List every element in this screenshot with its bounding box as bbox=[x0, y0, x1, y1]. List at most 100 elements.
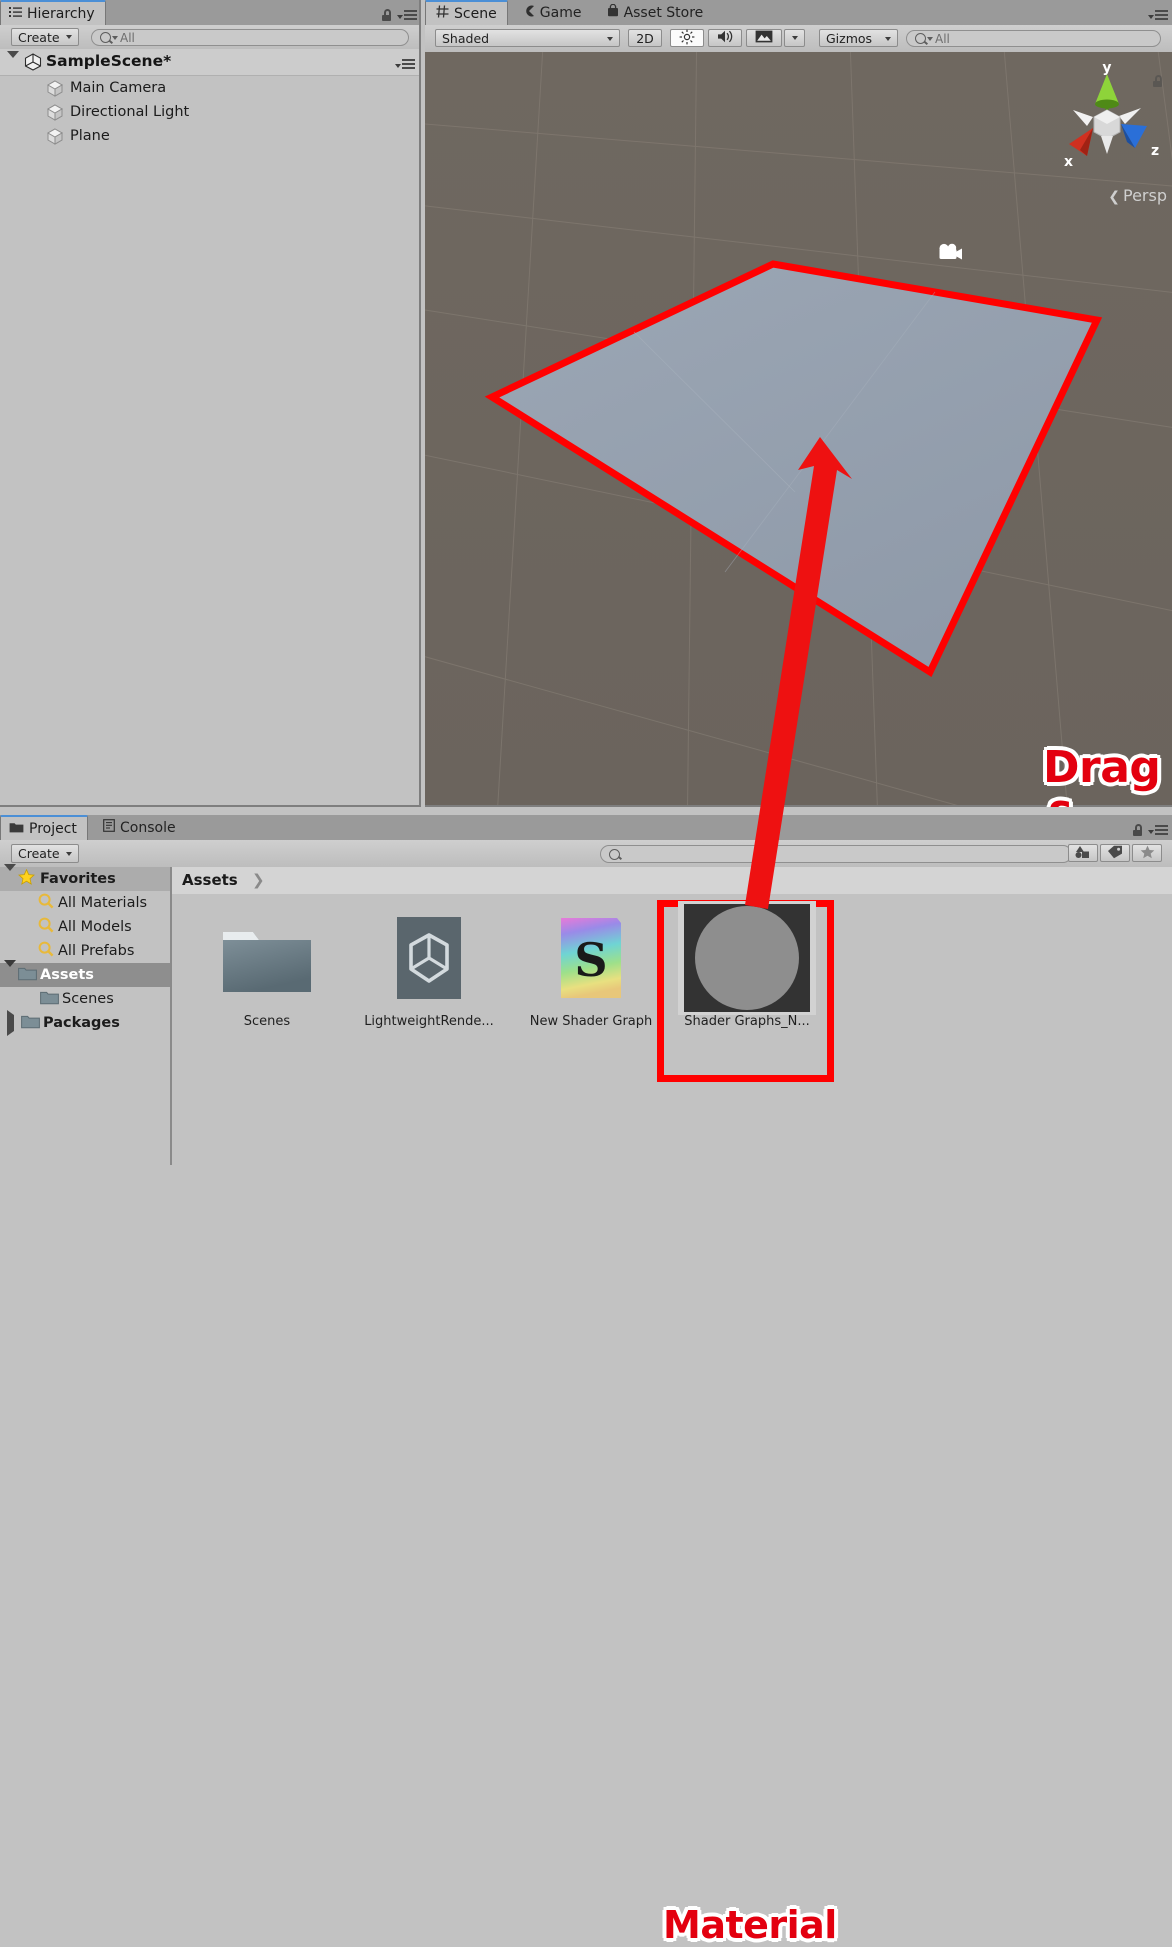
scene-tabstrip: Scene Game Asset Store bbox=[425, 0, 1172, 26]
folder-asset-icon bbox=[200, 910, 334, 1006]
scene-context-menu-icon[interactable] bbox=[395, 56, 415, 75]
scene-fx-dropdown[interactable] bbox=[784, 29, 805, 47]
asset-item-new-shader-graph[interactable]: S New Shader Graph bbox=[524, 910, 658, 1029]
tab-hierarchy[interactable]: Hierarchy bbox=[0, 0, 106, 25]
tab-asset-store[interactable]: Asset Store bbox=[597, 0, 714, 25]
hierarchy-list-icon bbox=[9, 6, 22, 22]
shader-graph-icon: S bbox=[524, 910, 658, 1006]
project-tabstrip: Project Console bbox=[0, 815, 1172, 841]
project-tree-item-all-prefabs[interactable]: All Prefabs bbox=[0, 939, 171, 963]
scene-projection-mode[interactable]: ❮ Persp bbox=[1059, 186, 1167, 205]
svg-text:S: S bbox=[574, 933, 607, 987]
hierarchy-scene-root-row[interactable]: SampleScene* bbox=[0, 49, 421, 77]
project-tree-item-all-models[interactable]: All Models bbox=[0, 915, 171, 939]
project-tree-item-scenes[interactable]: Scenes bbox=[0, 987, 171, 1011]
asset-item-lightweight-render[interactable]: LightweightRende... bbox=[362, 910, 496, 1029]
project-search-input[interactable] bbox=[600, 845, 1072, 863]
project-tree-item-packages[interactable]: Packages bbox=[0, 1010, 171, 1036]
asset-item-scenes[interactable]: Scenes bbox=[200, 910, 334, 1029]
panel-divider bbox=[0, 805, 421, 807]
plane-selection-outline bbox=[484, 260, 1103, 678]
asset-label: New Shader Graph bbox=[529, 1014, 653, 1029]
filter-by-type-button[interactable] bbox=[1068, 844, 1098, 862]
project-tree-item-favorites[interactable]: Favorites bbox=[0, 864, 171, 891]
breadcrumb-assets[interactable]: Assets bbox=[182, 871, 238, 889]
tab-scene[interactable]: Scene bbox=[425, 0, 508, 25]
panel-menu-icon[interactable] bbox=[397, 7, 417, 26]
panel-menu-icon[interactable] bbox=[1148, 7, 1168, 26]
hierarchy-search-input[interactable]: All bbox=[91, 29, 409, 46]
scene-panel: Scene Game Asset Store Shaded 2D Gizmos … bbox=[425, 0, 1172, 807]
project-tree-item-assets[interactable]: Assets bbox=[0, 960, 171, 987]
hierarchy-item-main-camera[interactable]: Main Camera bbox=[0, 76, 421, 100]
svg-text:y: y bbox=[1102, 62, 1111, 76]
lock-icon[interactable] bbox=[1132, 821, 1142, 840]
chevron-right-icon: ❯ bbox=[252, 871, 265, 889]
asset-store-icon bbox=[607, 3, 619, 21]
asset-label: LightweightRende... bbox=[364, 1014, 494, 1029]
filter-by-type-icon bbox=[1075, 845, 1091, 862]
filter-favorites-button[interactable] bbox=[1132, 844, 1162, 862]
scene-viewport[interactable]: y x z ❮Persp Drag & Drop bbox=[425, 52, 1172, 807]
hierarchy-create-button[interactable]: Create bbox=[11, 28, 79, 46]
tab-console[interactable]: Console bbox=[93, 815, 186, 840]
asset-grid[interactable]: Scenes LightweightRende... S New Shader … bbox=[172, 894, 1172, 1165]
hierarchy-item-directional-light[interactable]: Directional Light bbox=[0, 100, 421, 124]
search-magnifier-icon bbox=[38, 917, 58, 937]
collapse-triangle-icon[interactable] bbox=[4, 1010, 21, 1036]
folder-icon bbox=[40, 990, 62, 1009]
project-tree-label: Scenes bbox=[62, 991, 114, 1007]
expand-triangle-icon[interactable] bbox=[4, 960, 18, 983]
tab-hierarchy-label: Hierarchy bbox=[27, 5, 95, 22]
gameobject-cube-icon bbox=[46, 103, 64, 121]
unity-asset-icon bbox=[362, 910, 496, 1006]
scene-toolbar: Shaded 2D Gizmos All bbox=[425, 25, 1172, 53]
project-tree-item-all-materials[interactable]: All Materials bbox=[0, 891, 171, 915]
expand-triangle-icon[interactable] bbox=[7, 51, 19, 77]
scene-lighting-toggle[interactable] bbox=[670, 29, 704, 47]
tab-game-label: Game bbox=[539, 4, 582, 21]
scene-search-placeholder: All bbox=[935, 31, 950, 46]
tab-game[interactable]: Game bbox=[513, 0, 592, 25]
tab-scene-label: Scene bbox=[454, 5, 497, 22]
scene-draw-mode-dropdown[interactable]: Shaded bbox=[435, 29, 620, 47]
draw-mode-label: Shaded bbox=[442, 30, 490, 46]
hierarchy-tabstrip: Hierarchy bbox=[0, 0, 421, 26]
image-effects-icon bbox=[755, 30, 773, 46]
hierarchy-item-label: Plane bbox=[70, 128, 110, 144]
search-icon bbox=[915, 33, 926, 44]
lock-icon[interactable] bbox=[381, 6, 391, 25]
hierarchy-panel: Hierarchy Create All SampleScene* Main C… bbox=[0, 0, 421, 807]
scene-gizmos-dropdown[interactable]: Gizmos bbox=[819, 29, 898, 47]
scene-search-input[interactable]: All bbox=[906, 30, 1161, 47]
hierarchy-item-plane[interactable]: Plane bbox=[0, 124, 421, 148]
svg-text:x: x bbox=[1064, 154, 1073, 170]
hierarchy-search-placeholder: All bbox=[120, 30, 135, 45]
scene-audio-toggle[interactable] bbox=[708, 29, 742, 47]
scene-axis-gizmo[interactable]: y x z ❮ Persp bbox=[1047, 60, 1167, 222]
svg-text:z: z bbox=[1151, 143, 1159, 159]
hierarchy-item-label: Main Camera bbox=[70, 80, 167, 96]
create-label: Create bbox=[18, 29, 60, 45]
panel-divider bbox=[419, 0, 421, 807]
panel-menu-icon[interactable] bbox=[1148, 822, 1168, 841]
gizmos-label: Gizmos bbox=[826, 30, 873, 46]
gameobject-cube-icon bbox=[46, 127, 64, 145]
scene-gizmo-lock-icon[interactable] bbox=[1152, 72, 1162, 91]
project-tree-label: Favorites bbox=[40, 871, 116, 887]
project-create-button[interactable]: Create bbox=[11, 844, 79, 863]
folder-icon bbox=[9, 821, 24, 837]
scene-2d-toggle[interactable]: 2D bbox=[628, 29, 662, 47]
expand-triangle-icon[interactable] bbox=[4, 864, 18, 887]
hierarchy-item-label: Directional Light bbox=[70, 104, 190, 120]
scene-fx-toggle[interactable] bbox=[746, 29, 782, 47]
filter-by-label-button[interactable] bbox=[1100, 844, 1130, 862]
camera-gizmo-icon[interactable] bbox=[935, 242, 965, 268]
tab-project[interactable]: Project bbox=[0, 815, 88, 840]
material-annotation: Material bbox=[663, 1903, 837, 1947]
material-sphere-icon bbox=[677, 901, 817, 1015]
project-tree-label: Packages bbox=[43, 1015, 120, 1031]
asset-item-material[interactable]: Shader Graphs_N... bbox=[677, 901, 817, 1029]
breadcrumb: Assets ❯ bbox=[172, 867, 1172, 895]
project-tree-label: All Prefabs bbox=[58, 943, 135, 959]
